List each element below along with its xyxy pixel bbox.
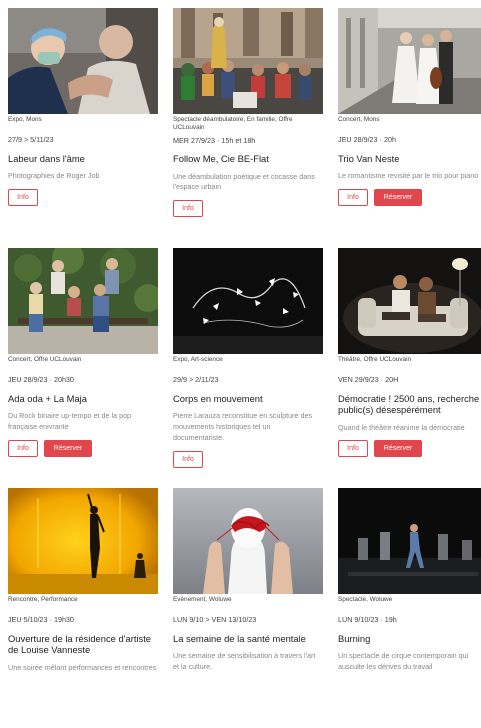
event-date: VEN 29/9/23 · 20H: [338, 375, 399, 385]
event-description: Quand le théâtre réanime la démocratie: [338, 422, 465, 432]
book-button[interactable]: Réserver: [374, 189, 422, 207]
info-button[interactable]: Info: [338, 189, 368, 207]
events-grid: Expo, Mons 27/9 > 5/11/23 Labeur dans l'…: [8, 8, 481, 728]
event-image[interactable]: [8, 8, 158, 114]
event-image[interactable]: [173, 8, 323, 114]
event-card[interactable]: Spectacle, Woluwe LUN 9/10/23 · 19h Burn…: [338, 488, 481, 728]
event-image[interactable]: [338, 8, 481, 114]
event-description: Une déambulation poétique et cocasse dan…: [173, 171, 315, 192]
event-card[interactable]: Rencontre, Performance JEU 5/10/23 · 19h…: [8, 488, 158, 728]
event-date: 29/9 > 2/11/23: [173, 375, 219, 385]
info-button[interactable]: Info: [8, 439, 38, 457]
event-title[interactable]: Burning: [338, 633, 481, 644]
event-date: LUN 9/10/23 · 19h: [338, 615, 397, 625]
event-date: 27/9 > 5/11/23: [8, 135, 54, 145]
event-description: Photographies de Roger Job: [8, 171, 100, 181]
event-card[interactable]: Expo, Mons 27/9 > 5/11/23 Labeur dans l'…: [8, 8, 158, 248]
event-category: Spectacle, Woluwe: [338, 596, 393, 603]
event-category: Concert, Offre UCLouvain: [8, 356, 82, 363]
event-date: JEU 5/10/23 · 19h30: [8, 615, 74, 625]
book-button[interactable]: Réserver: [44, 439, 92, 457]
event-title[interactable]: Trio Van Neste: [338, 153, 481, 164]
info-button[interactable]: Info: [173, 200, 203, 218]
event-card[interactable]: Concert, Offre UCLouvain JEU 28/9/23 · 2…: [8, 248, 158, 488]
event-title[interactable]: Démocratie ! 2500 ans, recherche public(…: [338, 393, 481, 416]
event-category: Rencontre, Performance: [8, 596, 78, 603]
event-card[interactable]: Expo, Art-science 29/9 > 2/11/23 Corps e…: [173, 248, 323, 488]
event-title[interactable]: Ouverture de la résidence d'artiste de L…: [8, 633, 158, 656]
event-date: JEU 28/9/23 · 20h30: [8, 375, 74, 385]
event-date: MER 27/9/23 · 15h et 18h: [173, 135, 256, 145]
event-title[interactable]: La semaine de la santé mentale: [173, 633, 323, 644]
info-button[interactable]: Info: [8, 189, 38, 207]
info-button[interactable]: Info: [338, 440, 368, 458]
event-card[interactable]: Evénement, Woluwe LUN 9/10 > VEN 13/10/2…: [173, 488, 323, 728]
event-category: Evénement, Woluwe: [173, 596, 232, 603]
event-title[interactable]: Follow Me, Cie BE-Flat: [173, 153, 323, 164]
event-description: Du Rock binaire up-tempo et de la pop fr…: [8, 411, 132, 432]
event-image[interactable]: [338, 248, 481, 354]
book-button[interactable]: Réserver: [374, 440, 422, 458]
event-category: Concert, Mons: [338, 116, 380, 123]
event-image[interactable]: [173, 248, 323, 354]
event-image[interactable]: [8, 248, 158, 354]
event-card[interactable]: Théâtre, Offre UCLouvain VEN 29/9/23 · 2…: [338, 248, 481, 488]
event-category: Expo, Mons: [8, 116, 42, 123]
info-button[interactable]: Info: [173, 450, 203, 468]
event-date: JEU 28/9/23 · 20h: [338, 135, 396, 145]
event-title[interactable]: Ada oda + La Maja: [8, 393, 158, 404]
event-image[interactable]: [173, 488, 323, 594]
event-description: Une semaine de sensibilisation à travers…: [173, 651, 316, 672]
event-title[interactable]: Corps en mouvement: [173, 393, 323, 404]
event-image[interactable]: [8, 488, 158, 594]
event-card[interactable]: Spectacle déambulatoire, En famille, Off…: [173, 8, 323, 248]
event-description: Une soirée mêlant performances et rencon…: [8, 662, 157, 672]
event-title[interactable]: Labeur dans l'âme: [8, 153, 158, 164]
event-description: Le romantisme revisité par le trio pour …: [338, 171, 479, 181]
event-description: Pierre Larauza reconstitue en sculpture …: [173, 411, 313, 442]
event-category: Spectacle déambulatoire, En famille, Off…: [173, 116, 293, 132]
event-description: Un spectacle de cirque contemporain qui …: [338, 651, 469, 672]
event-card[interactable]: Concert, Mons JEU 28/9/23 · 20h Trio Van…: [338, 8, 481, 248]
event-category: Théâtre, Offre UCLouvain: [338, 356, 412, 363]
event-date: LUN 9/10 > VEN 13/10/23: [173, 615, 257, 625]
event-category: Expo, Art-science: [173, 356, 223, 363]
event-image[interactable]: [338, 488, 481, 594]
